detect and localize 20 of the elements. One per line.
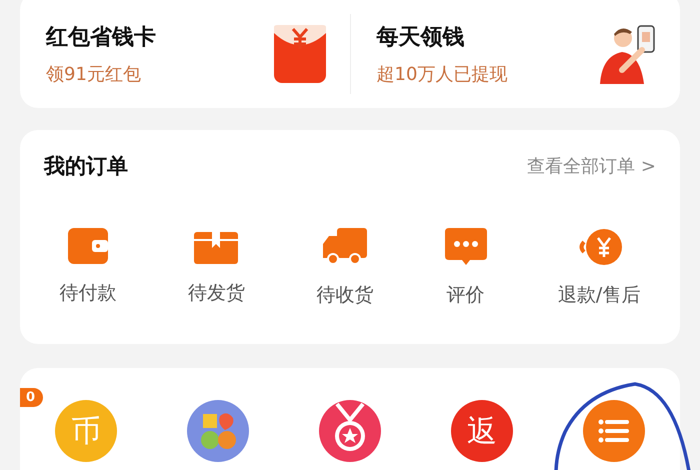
money-envelope-icon — [272, 23, 328, 85]
wallet-icon — [68, 228, 108, 264]
list-icon[interactable] — [583, 400, 645, 462]
promo-subtitle: 领91元红包 — [46, 63, 142, 86]
order-status-button[interactable]: 待付款 — [60, 228, 117, 308]
shapes-icon[interactable] — [187, 400, 249, 462]
medal-icon[interactable] — [319, 400, 381, 462]
promo-title[interactable]: 每天领钱 — [376, 22, 508, 52]
order-status-button[interactable]: 待发货 — [188, 228, 245, 308]
chat-bubble-icon — [444, 228, 487, 266]
truck-icon — [322, 228, 367, 266]
return-button[interactable]: 返 — [451, 400, 513, 462]
view-all-orders-link[interactable]: 查看全部订单 > — [527, 154, 656, 178]
count-badge: 0 — [20, 388, 44, 407]
order-status-button[interactable]: 评价 — [444, 228, 487, 308]
promo-subtitle: 超10万人已提现 — [376, 63, 508, 86]
promo-title[interactable]: 红包省钱卡 — [46, 22, 156, 52]
order-status-button[interactable]: 待收货 — [316, 228, 374, 308]
orders-title: 我的订单 — [44, 153, 128, 180]
order-status-button[interactable]: 退款/售后 — [558, 228, 640, 308]
